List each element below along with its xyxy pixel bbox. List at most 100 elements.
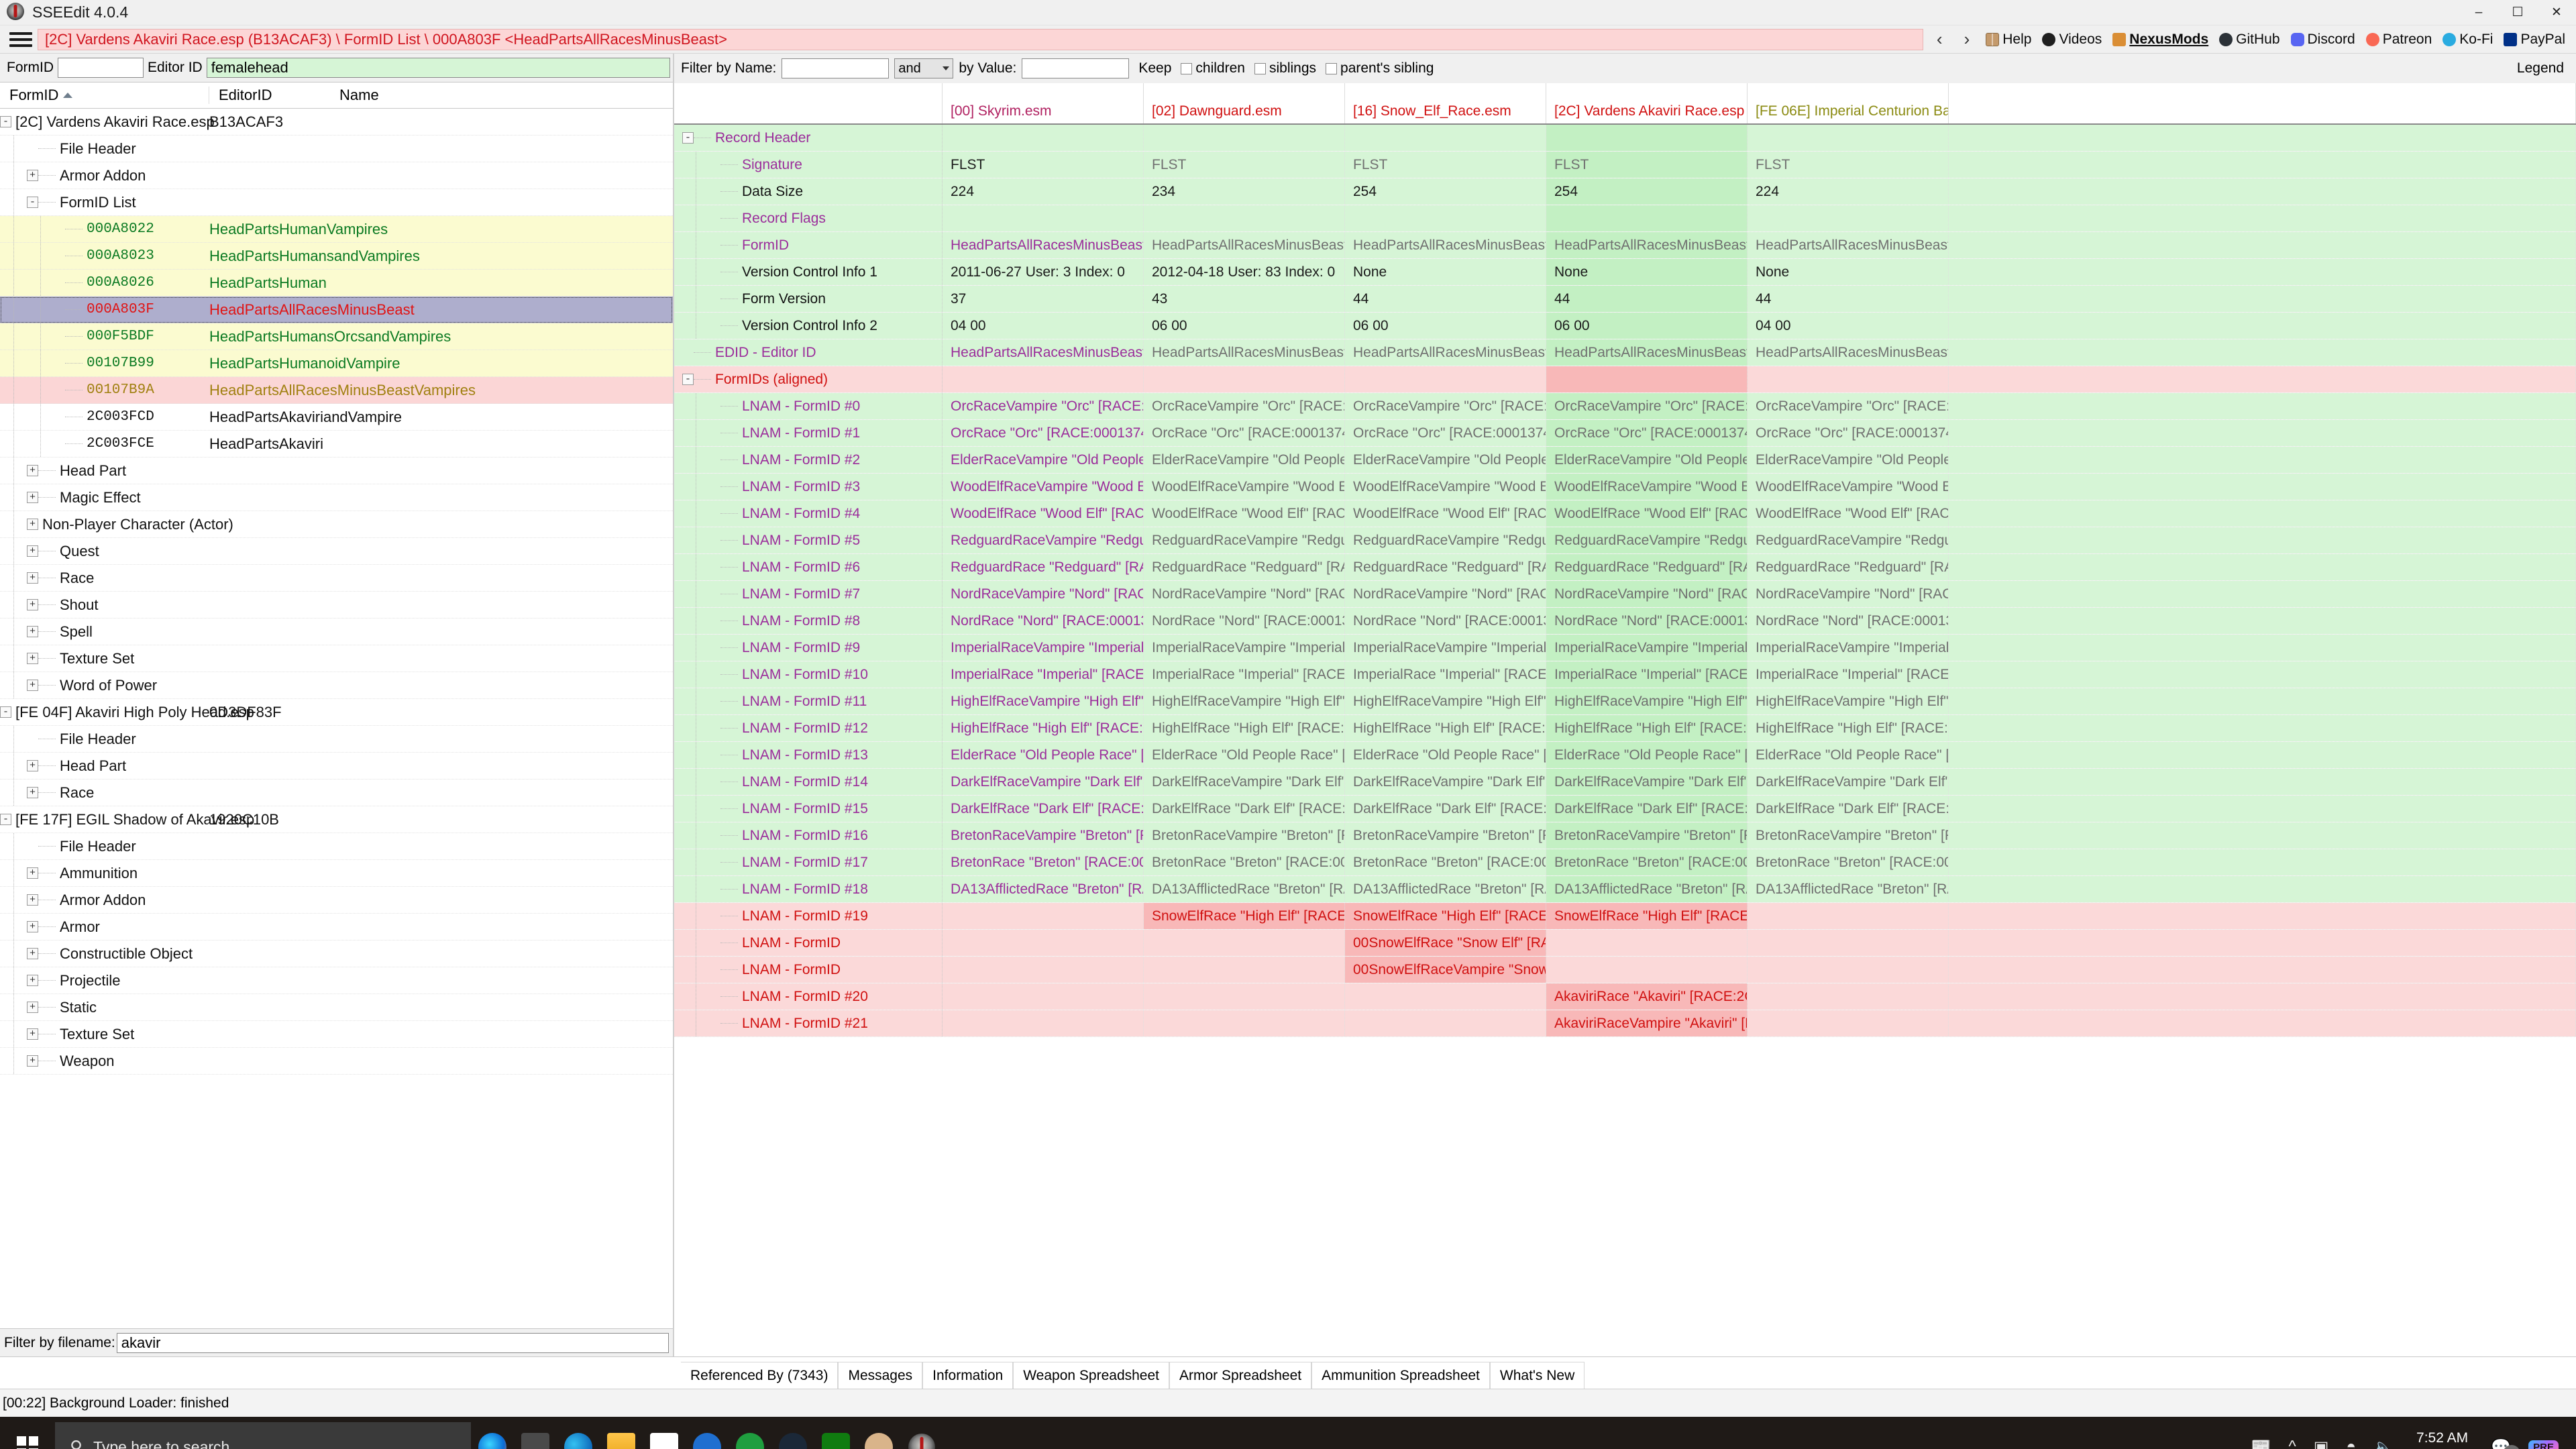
record-cell[interactable] (1144, 983, 1345, 1010)
tree-row[interactable]: 000F5BDF HeadPartsHumansOrcsandVampires (0, 323, 673, 350)
record-row[interactable]: LNAM - FormID #15 DarkElfRace "Dark Elf" … (674, 796, 2576, 822)
record-cell[interactable]: DarkElfRaceVampire "Dark Elf" [R... (1546, 769, 1748, 795)
notifications-icon[interactable]: 💬 1 (2491, 1438, 2521, 1449)
record-cell[interactable]: RedguardRace "Redguard" [RACE... (1748, 554, 1949, 580)
bottom-tab[interactable]: Armor Spreadsheet (1169, 1362, 1312, 1389)
record-cell[interactable]: 2011-06-27 User: 3 Index: 0 (943, 259, 1144, 285)
record-row[interactable]: LNAM - FormID #1 OrcRace "Orc" [RACE:0001… (674, 420, 2576, 447)
tree-row[interactable]: File Header (0, 136, 673, 162)
record-cell[interactable]: OrcRace "Orc" [RACE:00013747] (1144, 420, 1345, 446)
record-cell[interactable]: ElderRace "Old People Race" [RA... (1144, 742, 1345, 768)
record-cell[interactable]: ImperialRace "Imperial" [RACE:00... (1546, 661, 1748, 688)
record-row[interactable]: Version Control Info 1 2011-06-27 User: 3… (674, 259, 2576, 286)
news-icon[interactable]: 📰 (2251, 1438, 2271, 1449)
kofi-link[interactable]: Ko-Fi (2443, 32, 2493, 48)
record-cell[interactable] (943, 983, 1144, 1010)
expand-icon[interactable]: + (27, 1055, 38, 1067)
tree-row[interactable]: + Head Part (0, 753, 673, 780)
record-cell[interactable]: NordRace "Nord" [RACE:0001374... (1748, 608, 1949, 634)
record-cell[interactable]: HeadPartsAllRacesMinusBeast (1345, 339, 1546, 366)
record-cell[interactable]: ImperialRace "Imperial" [RACE:00... (1748, 661, 1949, 688)
record-cell[interactable]: HighElfRaceVampire "High Elf" [R... (943, 688, 1144, 714)
expand-icon[interactable]: + (27, 626, 38, 637)
record-cell[interactable]: ImperialRaceVampire "Imperial" [... (1748, 635, 1949, 661)
record-cell[interactable]: FLST (1748, 152, 1949, 178)
record-cell[interactable]: DarkElfRaceVampire "Dark Elf" [R... (1345, 769, 1546, 795)
tree-row[interactable]: + Projectile (0, 967, 673, 994)
record-cell[interactable]: 234 (1144, 178, 1345, 205)
record-row[interactable]: LNAM - FormID #6 RedguardRace "Redguard" … (674, 554, 2576, 581)
record-cell[interactable]: 254 (1345, 178, 1546, 205)
record-cell[interactable] (1748, 930, 1949, 956)
taskbar-search[interactable]: ⚲ Type here to search (55, 1422, 471, 1449)
record-cell[interactable]: HeadPartsAllRacesMinusBeast (1144, 339, 1345, 366)
record-cell[interactable] (1144, 125, 1345, 151)
record-cell[interactable]: RedguardRaceVampire "Redguar... (1345, 527, 1546, 553)
record-cell[interactable]: ImperialRace "Imperial" [RACE:00... (1345, 661, 1546, 688)
record-cell[interactable] (1345, 983, 1546, 1010)
column-header-editorid[interactable]: EditorID (209, 87, 330, 104)
copilot-icon[interactable]: PRE (2528, 1440, 2559, 1449)
expand-icon[interactable]: + (27, 545, 38, 557)
record-cell[interactable]: 04 00 (943, 313, 1144, 339)
bottom-tab[interactable]: Messages (838, 1362, 923, 1389)
record-cell[interactable]: SnowElfRace "High Elf" [RACE:02... (1144, 903, 1345, 929)
tree-row[interactable]: + Armor Addon (0, 887, 673, 914)
record-row[interactable]: LNAM - FormID #0 OrcRaceVampire "Orc" [RA… (674, 393, 2576, 420)
record-cell[interactable] (943, 930, 1144, 956)
legend-link[interactable]: Legend (2517, 60, 2576, 76)
file-explorer-icon[interactable] (600, 1417, 643, 1449)
tree-row[interactable]: + Magic Effect (0, 484, 673, 511)
tree-row[interactable]: + Shout (0, 592, 673, 619)
record-cell[interactable]: 00SnowElfRace "Snow Elf" [RACE:... (1345, 930, 1546, 956)
record-row[interactable]: EDID - Editor ID HeadPartsAllRacesMinusBe… (674, 339, 2576, 366)
record-cell[interactable]: DA13AfflictedRace "Breton" [RAC... (1144, 876, 1345, 902)
tree-row[interactable]: + Race (0, 780, 673, 806)
discord-link[interactable]: Discord (2290, 32, 2355, 48)
record-cell[interactable]: ElderRaceVampire "Old People R... (1748, 447, 1949, 473)
bottom-tab[interactable]: What's New (1489, 1362, 1585, 1389)
record-row[interactable]: Data Size 224 234 254 254 224 (674, 178, 2576, 205)
tree-row[interactable]: 00107B99 HeadPartsHumanoidVampire (0, 350, 673, 377)
record-cell[interactable]: DA13AfflictedRace "Breton" [RAC... (1546, 876, 1748, 902)
record-cell[interactable]: WoodElfRaceVampire "Wood Elf"... (943, 474, 1144, 500)
record-cell[interactable]: SnowElfRace "High Elf" [RACE:02... (1345, 903, 1546, 929)
tree-row[interactable]: 2C003FCD HeadPartsAkaviriandVampire (0, 404, 673, 431)
record-cell[interactable]: HighElfRaceVampire "High Elf" [R... (1748, 688, 1949, 714)
expand-icon[interactable]: + (27, 894, 38, 906)
record-row[interactable]: LNAM - FormID #19 SnowElfRace "High Elf" … (674, 903, 2576, 930)
checkbox-parents-sibling[interactable] (1326, 62, 1338, 74)
record-cell[interactable]: None (1748, 259, 1949, 285)
tree-row[interactable]: - FormID List (0, 189, 673, 216)
record-cell[interactable]: 2012-04-18 User: 83 Index: 0 (1144, 259, 1345, 285)
tree-row[interactable]: + Quest (0, 538, 673, 565)
record-cell[interactable]: FLST (943, 152, 1144, 178)
record-cell[interactable]: SnowElfRace "High Elf" [RACE:02... (1546, 903, 1748, 929)
tree-row[interactable]: 000A8023 HeadPartsHumansandVampires (0, 243, 673, 270)
record-cell[interactable]: RedguardRaceVampire "Redguar... (1546, 527, 1748, 553)
record-cell[interactable]: OrcRaceVampire "Orc" [RACE:000... (1748, 393, 1949, 419)
record-cell[interactable]: ElderRaceVampire "Old People R... (1546, 447, 1748, 473)
expand-icon[interactable]: + (27, 653, 38, 664)
tree-row[interactable]: 000A803F HeadPartsAllRacesMinusBeast (0, 297, 673, 323)
tree-row[interactable]: 000A8026 HeadPartsHuman (0, 270, 673, 297)
tree-row[interactable]: 2C003FCE HeadPartsAkaviri (0, 431, 673, 458)
record-cell[interactable]: 06 00 (1546, 313, 1748, 339)
tree-row[interactable]: + Weapon (0, 1048, 673, 1075)
record-cell[interactable]: HeadPartsAllRacesMinusBeast [FL... (943, 232, 1144, 258)
tree-row[interactable]: + Race (0, 565, 673, 592)
tree-row[interactable]: + Constructible Object (0, 941, 673, 967)
record-cell[interactable] (943, 205, 1144, 231)
record-cell[interactable]: ImperialRace "Imperial" [RACE:00... (1144, 661, 1345, 688)
record-cell[interactable]: NordRaceVampire "Nord" [RACE:... (1345, 581, 1546, 607)
collapse-icon[interactable]: - (682, 132, 694, 144)
menu-icon[interactable] (9, 32, 32, 47)
bottom-tab[interactable]: Ammunition Spreadsheet (1311, 1362, 1490, 1389)
record-cell[interactable]: BretonRaceVampire "Breton" [RA... (1144, 822, 1345, 849)
record-cell[interactable]: DA13AfflictedRace "Breton" [RAC... (1748, 876, 1949, 902)
formid-input[interactable] (58, 58, 144, 78)
tree-row[interactable]: File Header (0, 833, 673, 860)
tree-row[interactable]: + Spell (0, 619, 673, 645)
record-cell[interactable]: ElderRace "Old People Race" [RA... (943, 742, 1144, 768)
record-cell[interactable] (1748, 983, 1949, 1010)
